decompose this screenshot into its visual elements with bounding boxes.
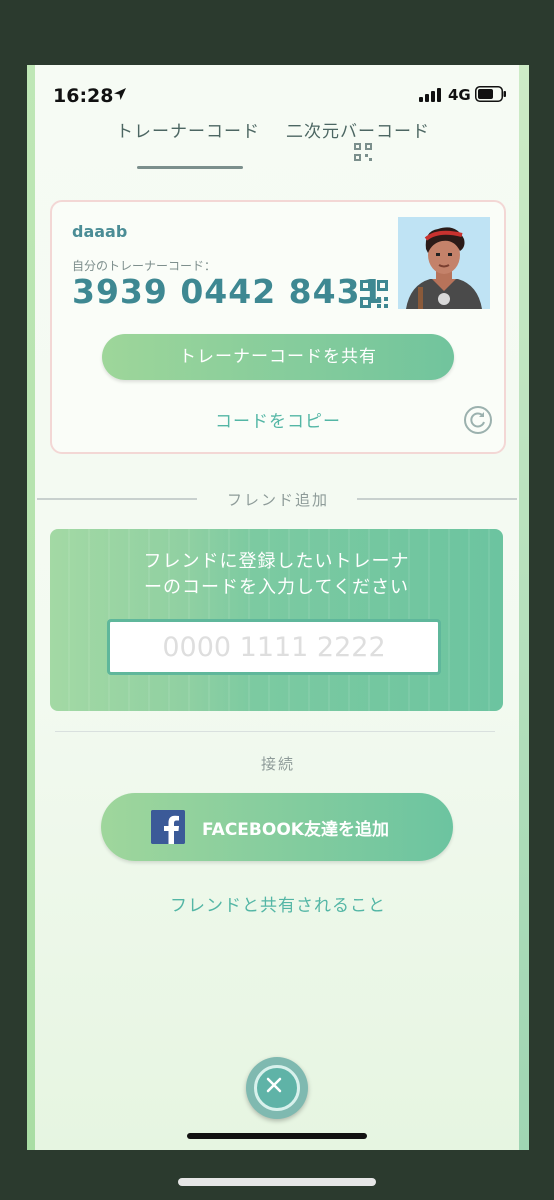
friend-code-instruction: フレンドに登録したいトレーナ ーのコードを入力してください [50,549,503,601]
outer-home-bar [178,1178,376,1186]
friend-code-input[interactable] [107,619,441,675]
divider-right [357,498,517,500]
screen-edge-left [27,65,35,1150]
facebook-icon [151,810,185,844]
connect-section-title: 接続 [260,755,295,773]
share-trainer-code-button[interactable]: トレーナーコードを共有 [102,334,454,380]
add-facebook-friends-button[interactable]: FACEBOOK友達を追加 [101,793,453,861]
trainer-card: daaab 自分のトレーナーコード： 3939 0442 8431 トレーナーコ… [50,200,506,454]
close-button-ring [254,1065,300,1111]
screen: 16:28 4G トレーナーコード 二次元バーコード daaab 自分のトレーナ… [27,65,529,1150]
refresh-icon[interactable] [463,405,493,435]
instruction-line-1: フレンドに登録したいトレーナ [143,551,410,572]
facebook-button-label: FACEBOOK友達を追加 [202,820,389,840]
screen-edge-right [519,65,529,1150]
location-arrow-icon [114,88,126,100]
network-type: 4G [448,86,471,104]
shared-with-friends-link[interactable]: フレンドと共有されること [27,891,529,916]
qr-code-icon[interactable] [354,143,372,161]
tab-selected-indicator [137,166,243,169]
battery-icon [475,86,506,102]
status-bar: 16:28 4G [27,65,529,115]
avatar [398,217,490,309]
close-button[interactable] [246,1057,308,1119]
connect-divider [55,731,495,732]
copy-code-link[interactable]: コードをコピー [52,407,504,432]
qr-code-icon[interactable] [360,280,388,308]
trainer-code-value: 3939 0442 8431 [72,272,385,311]
instruction-line-2: ーのコードを入力してください [144,577,409,598]
friend-code-panel: フレンドに登録したいトレーナ ーのコードを入力してください [50,529,503,711]
tab-qr-barcode[interactable]: 二次元バーコード [286,117,430,142]
signal-icon [419,88,441,102]
tab-trainer-code[interactable]: トレーナーコード [116,117,260,142]
close-icon [266,1077,282,1093]
status-time: 16:28 [53,85,114,107]
home-indicator[interactable] [187,1133,367,1139]
username: daaab [72,222,128,241]
